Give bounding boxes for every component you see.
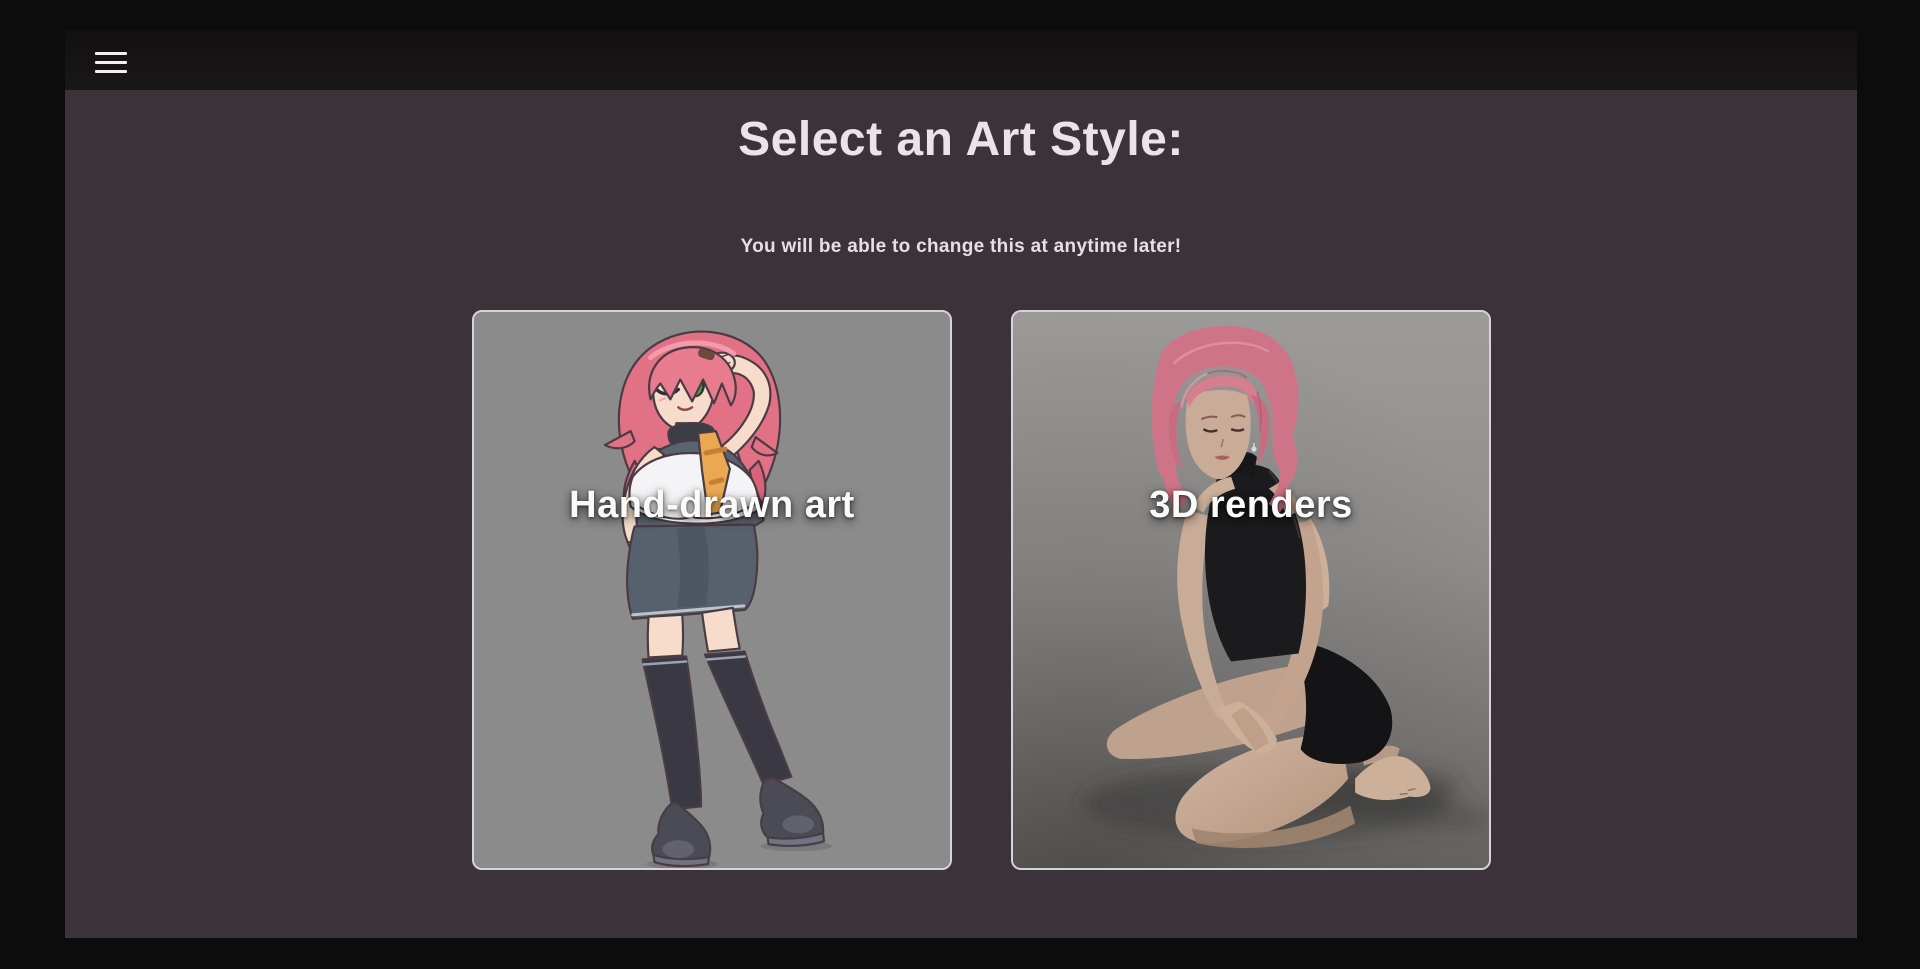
content-panel: Select an Art Style: You will be able to… bbox=[65, 90, 1857, 938]
app-window: { "menu": { "icon": "hamburger-menu-icon… bbox=[0, 0, 1920, 969]
hand-drawn-art-illustration bbox=[474, 312, 950, 868]
hamburger-menu-icon[interactable] bbox=[95, 52, 127, 73]
art-style-card-3d-renders[interactable]: 3D renders bbox=[1011, 310, 1491, 870]
top-bar bbox=[65, 30, 1857, 90]
hamburger-bar bbox=[95, 61, 127, 64]
page-title: Select an Art Style: bbox=[65, 112, 1857, 167]
hamburger-bar bbox=[95, 70, 127, 73]
page-subtitle: You will be able to change this at anyti… bbox=[65, 236, 1857, 258]
3d-render-illustration bbox=[1013, 312, 1489, 868]
hamburger-bar bbox=[95, 52, 127, 55]
art-style-card-hand-drawn[interactable]: Hand-drawn art bbox=[472, 310, 952, 870]
